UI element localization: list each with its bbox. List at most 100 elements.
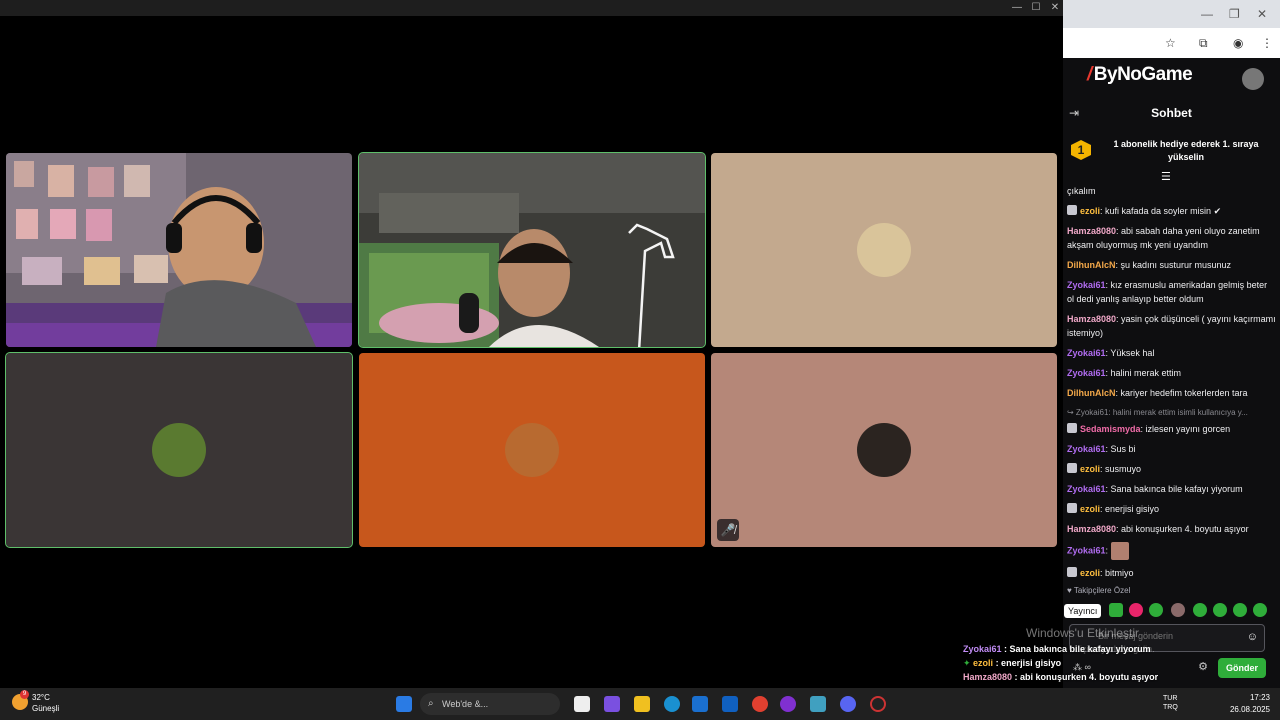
banner-text: 1 abonelik hediye ederek 1. sıraya yükse… [1113, 139, 1259, 162]
weather-condition: Güneşli [32, 704, 60, 713]
user-badge-icon [1067, 503, 1077, 513]
activation-watermark: Windows'u Etkinleştir [1026, 626, 1139, 640]
file-explorer-icon[interactable] [634, 696, 650, 712]
chat-message[interactable]: Zyokai61: Sus bi [1063, 442, 1280, 456]
chat-username[interactable]: Zyokai61 [1067, 368, 1106, 378]
emote-icon[interactable] [1193, 603, 1207, 617]
chat-username[interactable]: DilhunAlcN [1067, 260, 1116, 270]
chat-username[interactable]: Hamza8080 [1067, 226, 1116, 236]
chat-message[interactable]: ezoli: bitmiyo [1063, 566, 1280, 580]
chat-message[interactable]: Hamza8080: yasin çok düşünceli ( yayını … [1063, 312, 1280, 340]
chat-message-list[interactable]: çıkalım ezoli: kufi kafada da soyler misi… [1063, 184, 1280, 580]
video-tile-participant-5[interactable] [359, 353, 705, 547]
send-button[interactable]: Gönder [1218, 658, 1266, 678]
app-icon[interactable] [780, 696, 796, 712]
subscription-banner[interactable]: 1 1 abonelik hediye ederek 1. sıraya yük… [1063, 130, 1280, 183]
app-icon[interactable] [810, 696, 826, 712]
bookmark-star-icon[interactable]: ☆ [1165, 35, 1176, 51]
chat-username[interactable]: Zyokai61 [1067, 280, 1106, 290]
chat-message[interactable]: Hamza8080: abi konuşurken 4. boyutu aşıy… [1063, 522, 1280, 536]
followers-only-label: ♥ Takipçilere Özel [1067, 586, 1131, 595]
emote-icon[interactable] [1253, 603, 1267, 617]
chat-message[interactable]: Zyokai61: Yüksek hal [1063, 346, 1280, 360]
filter-icon[interactable]: ☰ [1161, 170, 1171, 183]
chat-message[interactable]: Zyokai61: halini merak ettim [1063, 366, 1280, 380]
chat-message[interactable]: Hamza8080: abi sabah daha yeni oluyo zan… [1063, 224, 1280, 252]
video-tile-participant-6[interactable]: 🎤̸ [711, 353, 1057, 547]
video-tile-participant-4[interactable] [5, 352, 353, 548]
video-tile-streamer-2[interactable] [358, 152, 706, 348]
minimize-button[interactable]: — [1008, 1, 1026, 15]
video-tile-streamer-1[interactable] [6, 153, 352, 347]
overlay-chat-line: Hamza8080 : abi konuşurken 4. boyutu aşı… [963, 670, 1183, 684]
app-icon[interactable] [870, 696, 886, 712]
restore-icon[interactable]: ❐ [1229, 6, 1240, 22]
discord-icon[interactable] [840, 696, 856, 712]
clock[interactable]: 17:23 26.08.2025 [1230, 692, 1270, 716]
outlook-icon[interactable] [722, 696, 738, 712]
chat-message[interactable]: Sedamismyda: izlesen yayını gorcen [1063, 422, 1280, 436]
overlay-text: : Sana bakınca bile kafayı yiyorum [1001, 644, 1151, 654]
chat-username[interactable]: ezoli [1080, 568, 1100, 578]
chat-username[interactable]: Hamza8080 [1067, 524, 1116, 534]
chat-username[interactable]: Zyokai61 [1067, 348, 1106, 358]
chat-username[interactable]: ezoli [1080, 206, 1100, 216]
settings-gear-icon[interactable]: ⚙ [1198, 660, 1208, 673]
overlay-chat-line: Zyokai61 : Sana bakınca bile kafayı yiyo… [963, 642, 1183, 656]
emote-icon[interactable] [1109, 603, 1123, 617]
emote-icon[interactable] [1213, 603, 1227, 617]
chat-username[interactable]: Hamza8080 [1067, 314, 1116, 324]
minimize-icon[interactable]: — [1201, 6, 1213, 22]
chat-username[interactable]: Zyokai61 [1067, 545, 1106, 555]
lang-secondary: TRQ [1163, 704, 1178, 711]
chat-message[interactable]: Zyokai61: kız erasmuslu amerikadan gelmi… [1063, 278, 1280, 306]
site-logo[interactable]: / ByNoGame [1087, 64, 1193, 86]
close-icon[interactable]: ✕ [1257, 6, 1267, 22]
chat-username[interactable]: Zyokai61 [1067, 444, 1106, 454]
stream-chat-overlay: Zyokai61 : Sana bakınca bile kafayı yiyo… [963, 642, 1183, 720]
participant-avatar [152, 423, 206, 477]
chat-message[interactable]: DilhunAlcN: kariyer hedefim tokerlerden … [1063, 386, 1280, 400]
copilot-icon[interactable] [604, 696, 620, 712]
emote-icon[interactable] [1129, 603, 1143, 617]
taskbar-search[interactable]: ⌕ Web'de &... [420, 693, 560, 715]
chat-username[interactable]: Zyokai61 [1067, 484, 1106, 494]
profile-icon[interactable]: ◉ [1233, 35, 1243, 51]
maximize-button[interactable]: ☐ [1027, 1, 1045, 15]
chat-message[interactable]: çıkalım [1063, 184, 1280, 198]
chat-username[interactable]: Sedamismyda [1080, 424, 1141, 434]
emote-icon[interactable] [1149, 603, 1163, 617]
chat-username[interactable]: DilhunAlcN [1067, 388, 1116, 398]
input-language[interactable]: TUR TRQ [1163, 694, 1178, 712]
emoji-icon[interactable]: ☺ [1247, 631, 1258, 643]
chat-text: : susmuyo [1100, 464, 1142, 474]
chat-message[interactable]: Zyokai61: [1063, 542, 1280, 560]
emote-icon[interactable] [1233, 603, 1247, 617]
chat-username[interactable]: ezoli [1080, 504, 1100, 514]
chat-message[interactable]: DilhunAlcN: şu kadını susturur musunuz [1063, 258, 1280, 272]
chat-text: : kufi kafada da soyler misin ✔ [1100, 206, 1222, 216]
chat-message[interactable]: ezoli: susmuyo [1063, 462, 1280, 476]
menu-icon[interactable]: ⋮ [1261, 35, 1273, 51]
chat-text: : şu kadını susturur musunuz [1115, 260, 1232, 270]
search-text: Web'de &... [442, 699, 489, 709]
chrome-icon[interactable] [752, 696, 768, 712]
search-icon: ⌕ [428, 698, 434, 709]
weather-widget[interactable]: 32°C Güneşli 9 [12, 690, 60, 714]
chat-username[interactable]: ezoli [1080, 464, 1100, 474]
chat-message[interactable]: ezoli: kufi kafada da soyler misin ✔ [1063, 204, 1280, 218]
close-button[interactable]: ✕ [1046, 1, 1064, 15]
chat-message[interactable]: ezoli: enerjisi gisiyo [1063, 502, 1280, 516]
user-avatar[interactable] [1242, 68, 1264, 90]
logo-text: ByNoGame [1093, 64, 1193, 85]
task-view-icon[interactable] [574, 696, 590, 712]
windows-start-icon[interactable] [396, 696, 412, 712]
extensions-icon[interactable]: ⧉ [1199, 35, 1208, 51]
video-tile-participant-3[interactable] [711, 153, 1057, 347]
store-icon[interactable] [692, 696, 708, 712]
edge-icon[interactable] [664, 696, 680, 712]
emote-icon[interactable] [1171, 603, 1185, 617]
chat-message[interactable]: Zyokai61: Sana bakınca bile kafayı yiyor… [1063, 482, 1280, 496]
webcam-feed-1 [6, 153, 352, 347]
user-badge-icon [1067, 463, 1077, 473]
